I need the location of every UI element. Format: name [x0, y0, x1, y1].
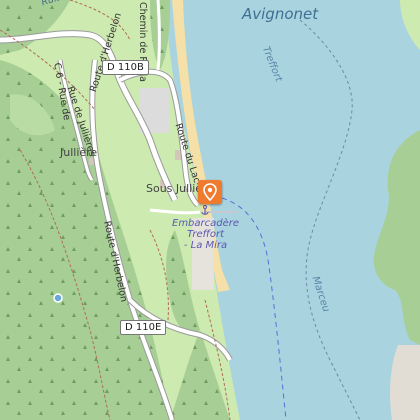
ferry-stop-line2: Treffort — [187, 229, 224, 240]
map-canvas — [0, 0, 420, 420]
map-view[interactable]: Avignonet Treffort Marceu Ruisseau de Pa… — [0, 0, 420, 420]
place-label-julliere: Jullière — [60, 146, 98, 159]
ferry-stop-line1: Embarcadère — [172, 218, 240, 229]
land-east — [373, 130, 420, 345]
land-east — [400, 0, 420, 50]
location-pin-icon — [203, 183, 217, 201]
road-chemin-pabla — [156, 0, 161, 71]
road-shield-d110e: D 110E — [120, 320, 167, 335]
road-shield-d110b: D 110B — [102, 60, 149, 75]
location-pin-marker[interactable] — [198, 180, 222, 204]
lake-label-avignonet: Avignonet — [242, 5, 319, 23]
land-east — [390, 345, 420, 420]
depth-contour — [299, 19, 361, 420]
ferry-stop-label: Embarcadère Treffort - La Mira — [172, 218, 239, 251]
viewpoint-icon — [53, 293, 63, 303]
ferry-stop-line3: - La Mira — [183, 240, 228, 251]
